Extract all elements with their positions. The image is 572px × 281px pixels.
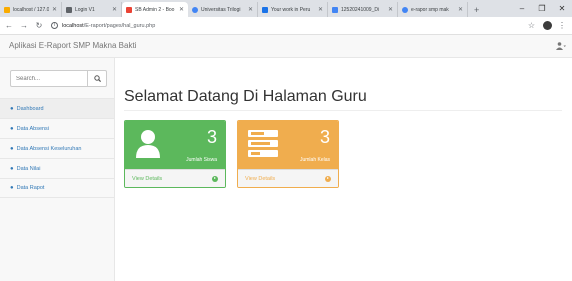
view-details-label: View Details: [245, 175, 276, 182]
view-details-link[interactable]: View Details: [238, 169, 338, 187]
page-title: Selamat Datang Di Halaman Guru: [124, 88, 367, 105]
app-brand[interactable]: Aplikasi E-Raport SMP Makna Bakti: [9, 41, 136, 50]
browser-tab[interactable]: Universitas Trilogi ✕: [188, 2, 258, 17]
arrow-circle-right-icon: [212, 175, 218, 182]
sidebar-item-label: Data Nilai: [16, 165, 41, 172]
profile-avatar-icon[interactable]: [543, 21, 552, 30]
user-menu-icon[interactable]: [556, 42, 566, 52]
tab-title: localhost / 127.0.0: [13, 6, 49, 13]
panel-label: Jumlah Kelas: [299, 157, 330, 163]
tab-close-icon[interactable]: ✕: [458, 6, 463, 13]
tab-close-icon[interactable]: ✕: [388, 6, 393, 13]
tab-title: Universitas Trilogi: [201, 6, 241, 13]
tab-title: Login V1: [75, 6, 95, 13]
sidebar-item-data-nilai[interactable]: ● Data Nilai: [0, 158, 114, 178]
table-icon: ●: [10, 185, 14, 191]
sidebar-item-data-absensi-keseluruhan[interactable]: ● Data Absensi Keseluruhan: [0, 138, 114, 158]
panel-jumlah-siswa: 3 Jumlah Siswa View Details: [124, 120, 226, 188]
browser-tab[interactable]: Login V1 ✕: [62, 2, 122, 17]
tab-favicon-icon: [402, 6, 408, 13]
sidebar-item-dashboard[interactable]: ● Dashboard: [0, 98, 114, 118]
browser-menu-icon[interactable]: ⋮: [558, 21, 566, 30]
back-icon[interactable]: ←: [3, 21, 15, 30]
search-button[interactable]: [88, 70, 107, 87]
site-info-icon[interactable]: i: [51, 22, 58, 29]
forward-icon[interactable]: →: [18, 21, 30, 30]
panel-heading: 3 Jumlah Kelas: [238, 121, 338, 169]
table-icon: ●: [10, 165, 14, 172]
minimize-icon[interactable]: –: [512, 4, 532, 13]
sidebar-item-label: Data Absensi: [16, 125, 50, 132]
table-icon: ●: [10, 145, 14, 152]
sidebar: ● Dashboard ● Data Absensi ● Data Absens…: [0, 58, 115, 281]
tab-title: SB Admin 2 - Boo: [135, 6, 175, 13]
tab-favicon-icon: [332, 6, 338, 13]
sidebar-item-data-rapot[interactable]: ● Data Rapot: [0, 178, 114, 198]
browser-tab[interactable]: localhost / 127.0.0 ✕: [0, 2, 62, 17]
url-path: /E-raport/pages/hal_guru.php: [83, 22, 156, 29]
tasks-icon: [248, 129, 278, 162]
dashboard-icon: ●: [10, 105, 14, 112]
table-icon: ●: [10, 125, 14, 132]
panel-heading: 3 Jumlah Siswa: [125, 121, 225, 169]
tab-favicon-icon: [4, 6, 10, 13]
title-divider: [124, 110, 562, 111]
view-details-link[interactable]: View Details: [125, 169, 225, 187]
browser-tab[interactable]: Your work in Peru ✕: [258, 2, 328, 17]
address-bar: ← → ↻ i localhost/E-raport/pages/hal_gur…: [0, 17, 572, 35]
tab-close-icon[interactable]: ✕: [112, 6, 117, 13]
panel-count: 3: [206, 127, 217, 147]
url-field[interactable]: i localhost/E-raport/pages/hal_guru.php: [51, 22, 528, 29]
sidebar-item-data-absensi[interactable]: ● Data Absensi: [0, 118, 114, 138]
sidebar-menu: ● Dashboard ● Data Absensi ● Data Absens…: [0, 98, 114, 198]
tab-favicon-icon: [192, 6, 198, 13]
bookmark-star-icon[interactable]: ☆: [528, 21, 535, 30]
panel-jumlah-kelas: 3 Jumlah Kelas View Details: [237, 120, 339, 188]
browser-tab[interactable]: e-rapor smp mak ✕: [398, 2, 468, 17]
sidebar-search: [10, 70, 107, 87]
panel-label: Jumlah Siswa: [186, 157, 217, 163]
sidebar-item-label: Data Rapot: [16, 185, 45, 191]
view-details-label: View Details: [132, 175, 163, 182]
maximize-icon[interactable]: ❐: [532, 4, 552, 13]
browser-tab[interactable]: 12520241009_Di ✕: [328, 2, 398, 17]
tab-close-icon[interactable]: ✕: [318, 6, 323, 13]
tab-favicon-icon: [66, 6, 72, 13]
sidebar-item-label: Data Absensi Keseluruhan: [16, 145, 82, 152]
reload-icon[interactable]: ↻: [33, 21, 45, 30]
browser-tab-active[interactable]: SB Admin 2 - Boo ✕: [122, 2, 188, 17]
tab-title: 12520241009_Di: [341, 6, 380, 13]
search-icon: [93, 75, 101, 82]
user-icon: [135, 129, 161, 164]
browser-tab-strip: localhost / 127.0.0 ✕ Login V1 ✕ SB Admi…: [0, 0, 572, 17]
arrow-circle-right-icon: [325, 175, 331, 182]
tab-close-icon[interactable]: ✕: [52, 6, 57, 13]
tab-title: e-rapor smp mak: [411, 6, 449, 13]
search-input[interactable]: [10, 70, 88, 87]
close-window-icon[interactable]: ✕: [552, 4, 572, 13]
new-tab-icon[interactable]: +: [474, 5, 479, 15]
tab-close-icon[interactable]: ✕: [179, 6, 184, 13]
window-controls: – ❐ ✕: [512, 0, 572, 17]
panel-count: 3: [319, 127, 330, 147]
tab-favicon-icon: [126, 6, 132, 13]
sidebar-item-label: Dashboard: [16, 105, 44, 112]
app-navbar: Aplikasi E-Raport SMP Makna Bakti: [0, 35, 572, 58]
url-host: localhost: [62, 22, 84, 29]
tab-title: Your work in Peru: [271, 6, 311, 13]
tab-close-icon[interactable]: ✕: [248, 6, 253, 13]
tab-favicon-icon: [262, 6, 268, 13]
